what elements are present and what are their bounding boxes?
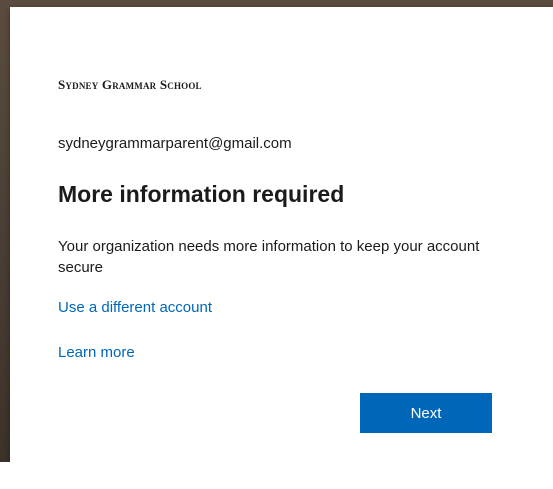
account-email: sydneygrammarparent@gmail.com <box>58 135 292 152</box>
dialog-bottom-edge <box>0 462 553 489</box>
page-description: Your organization needs more information… <box>58 238 480 276</box>
learn-more-link[interactable]: Learn more <box>58 344 135 361</box>
school-logo: Sydney Grammar School <box>58 77 202 92</box>
use-different-account-link[interactable]: Use a different account <box>58 299 212 316</box>
next-button[interactable]: Next <box>360 393 492 433</box>
page-title: More information required <box>58 181 345 207</box>
